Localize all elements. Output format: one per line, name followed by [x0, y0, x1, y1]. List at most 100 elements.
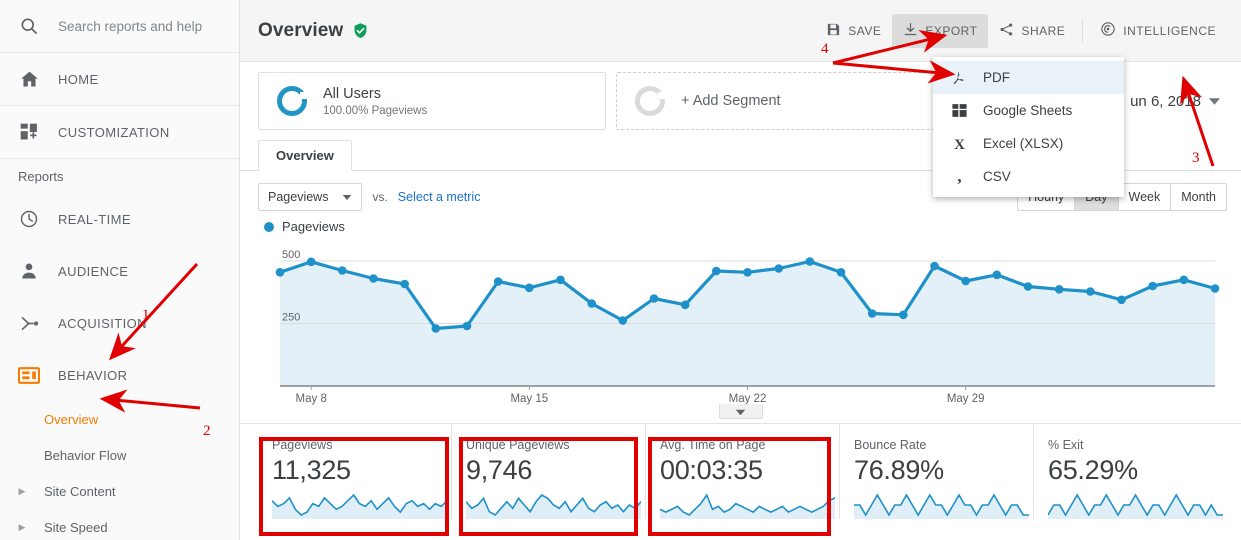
- export-label: EXPORT: [925, 23, 978, 38]
- metric-card-label: Pageviews: [272, 438, 333, 452]
- metric-card-value: 11,325: [272, 455, 351, 485]
- person-icon: [0, 261, 58, 281]
- intelligence-button[interactable]: INTELLIGENCE: [1089, 14, 1227, 48]
- export-menu-item-label: Google Sheets: [983, 103, 1073, 118]
- shield-check-icon: [352, 22, 369, 39]
- segment-detail: 100.00% Pageviews: [323, 105, 428, 118]
- date-range-label: un 6, 2018: [1130, 92, 1201, 110]
- legend-label: Pageviews: [282, 219, 345, 234]
- pageviews-chart: 250 500 May 8 May 15 May 22 May 29: [240, 234, 1241, 419]
- export-dropdown-menu: PDF Google Sheets X Excel (XLSX) , CSV: [933, 57, 1124, 197]
- metric-card[interactable]: Unique Pageviews 9,746: [452, 424, 646, 519]
- sidebar-subitem-label: Site Content: [44, 483, 116, 499]
- share-icon: [999, 22, 1014, 40]
- chevron-down-icon: [1208, 93, 1221, 110]
- segment-all-users[interactable]: All Users 100.00% Pageviews: [258, 72, 606, 130]
- svg-text:500: 500: [282, 249, 300, 261]
- page-title: Overview: [258, 19, 344, 41]
- sidebar-item-acquisition[interactable]: ACQUISITION: [0, 297, 239, 349]
- svg-text:X: X: [954, 136, 965, 152]
- search-icon: [0, 16, 58, 36]
- chart-legend: Pageviews: [240, 211, 1241, 234]
- select-a-metric-link[interactable]: Select a metric: [398, 190, 481, 204]
- segment-donut-icon: [277, 86, 307, 116]
- metric-card-value: 9,746: [466, 455, 533, 485]
- add-segment-donut-icon: [635, 86, 665, 116]
- sidebar-item-behavior[interactable]: BEHAVIOR: [0, 349, 239, 401]
- metric-card-label: Unique Pageviews: [466, 438, 570, 452]
- export-icon: [903, 22, 918, 40]
- add-segment-button[interactable]: + Add Segment: [616, 72, 976, 130]
- metric-card-sparkline: [272, 493, 447, 519]
- granularity-month[interactable]: Month: [1171, 184, 1226, 210]
- sidebar-subitem-label: Behavior Flow: [44, 447, 127, 463]
- date-range-picker[interactable]: un 6, 2018: [1130, 93, 1227, 110]
- sidebar-item-audience[interactable]: AUDIENCE: [0, 245, 239, 297]
- metric-card-sparkline: [660, 493, 835, 519]
- sidebar-item-customization[interactable]: CUSTOMIZATION: [0, 106, 239, 158]
- excel-icon: X: [949, 135, 969, 153]
- sidebar-item-overview[interactable]: ▶ Overview: [0, 401, 239, 437]
- save-icon: [826, 22, 841, 40]
- svg-text:250: 250: [282, 312, 300, 324]
- search-input[interactable]: Search reports and help: [0, 0, 239, 52]
- metric-card-value: 76.89%: [854, 455, 944, 485]
- legend-color-swatch: [264, 221, 274, 232]
- metric-card-value: 00:03:35: [660, 455, 763, 485]
- collapse-chart-button[interactable]: [718, 404, 763, 419]
- metric-card-sparkline: [466, 493, 641, 519]
- metric-card-label: % Exit: [1048, 438, 1084, 452]
- primary-metric-select[interactable]: Pageviews: [258, 183, 363, 211]
- sidebar-item-home[interactable]: HOME: [0, 53, 239, 105]
- metric-card[interactable]: Bounce Rate 76.89%: [840, 424, 1034, 519]
- behavior-icon: [0, 366, 58, 384]
- customization-icon: [0, 122, 58, 142]
- granularity-week[interactable]: Week: [1119, 184, 1172, 210]
- pdf-icon: [949, 69, 969, 86]
- sidebar-section-label: Reports: [18, 168, 64, 184]
- svg-text:May 29: May 29: [947, 393, 985, 405]
- metric-card-label: Bounce Rate: [854, 438, 927, 452]
- chevron-right-icon: ▶: [18, 485, 26, 496]
- export-menu-item-label: PDF: [983, 70, 1010, 85]
- sidebar-item-label: CUSTOMIZATION: [58, 124, 170, 140]
- acquisition-icon: [0, 313, 58, 334]
- export-menu-item-excel-xlsx[interactable]: X Excel (XLSX): [933, 127, 1124, 160]
- tab-label: Overview: [276, 148, 334, 163]
- segment-name: All Users: [323, 85, 382, 102]
- export-menu-item-google-sheets[interactable]: Google Sheets: [933, 94, 1124, 127]
- metric-card-row: Pageviews 11,325 Unique Pageviews 9,746 Avg.…: [240, 423, 1241, 519]
- vs-label: vs.: [372, 190, 388, 204]
- chevron-right-icon: ▶: [18, 521, 26, 532]
- share-button[interactable]: SHARE: [988, 14, 1076, 48]
- metric-card[interactable]: Pageviews 11,325: [258, 424, 452, 519]
- metric-card-sparkline: [854, 493, 1029, 519]
- svg-text:,: ,: [957, 168, 961, 185]
- metric-card-sparkline: [1048, 493, 1223, 519]
- sidebar-item-real-time[interactable]: REAL-TIME: [0, 193, 239, 245]
- save-button[interactable]: SAVE: [815, 14, 892, 48]
- sidebar-item-behavior-flow[interactable]: ▶ Behavior Flow: [0, 437, 239, 473]
- chevron-down-icon: [342, 190, 352, 204]
- metric-card[interactable]: % Exit 65.29%: [1034, 424, 1227, 519]
- page-header: Overview SAVE EXPORT SHARE INTELLIGENCE: [240, 0, 1241, 62]
- tab-overview[interactable]: Overview: [258, 140, 352, 171]
- analytics-app: Search reports and help HOME CUSTOMIZATI…: [0, 0, 1241, 540]
- export-menu-item-csv[interactable]: , CSV: [933, 160, 1124, 193]
- svg-text:May 15: May 15: [510, 393, 548, 405]
- metric-card[interactable]: Avg. Time on Page 00:03:35: [646, 424, 840, 519]
- intelligence-label: INTELLIGENCE: [1123, 23, 1216, 38]
- sidebar-subitem-label: Overview: [44, 411, 99, 427]
- google-sheets-icon: [949, 102, 969, 119]
- sidebar-item-label: BEHAVIOR: [58, 367, 128, 383]
- export-menu-item-pdf[interactable]: PDF: [933, 61, 1124, 94]
- share-label: SHARE: [1021, 23, 1066, 38]
- export-button[interactable]: EXPORT: [892, 13, 989, 48]
- csv-icon: ,: [949, 168, 969, 186]
- sidebar-item-site-speed[interactable]: ▶ Site Speed: [0, 509, 239, 540]
- sidebar-item-site-content[interactable]: ▶ Site Content: [0, 473, 239, 509]
- search-placeholder: Search reports and help: [58, 18, 203, 34]
- chart-canvas[interactable]: 250500May 8 May 15 May 22 May 29: [258, 238, 1225, 408]
- export-menu-item-label: Excel (XLSX): [983, 136, 1064, 151]
- intelligence-icon: [1100, 21, 1116, 40]
